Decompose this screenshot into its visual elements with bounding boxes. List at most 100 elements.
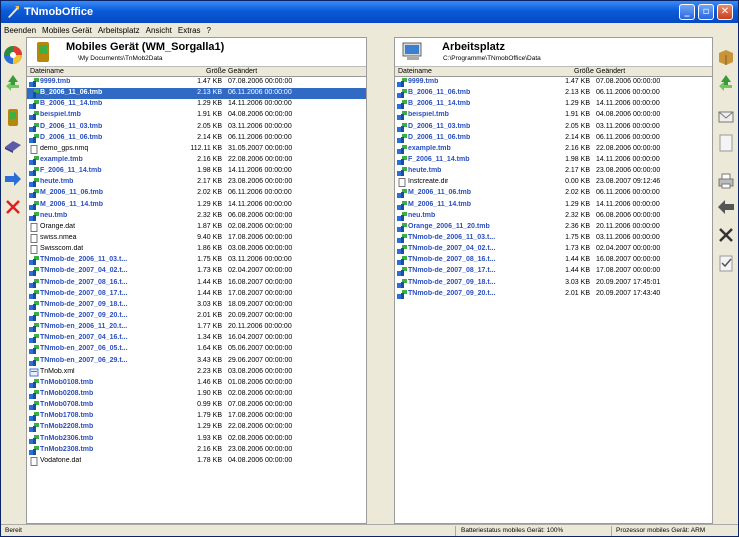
file-row[interactable]: beispiel.tmb 1.91 KB 04.08.2006 00:00:00 <box>395 110 712 121</box>
menu-extras[interactable]: Extras <box>178 26 201 35</box>
recycle-icon[interactable] <box>3 73 23 93</box>
tmb-file-icon <box>397 100 407 110</box>
file-row[interactable]: D_2006_11_03.tmb 2.05 KB 03.11.2006 00:00:… <box>395 122 712 133</box>
file-name: TNmob-en_2007_04_16.t... <box>40 334 128 342</box>
col-size-header[interactable]: Größe <box>574 68 594 75</box>
file-row[interactable]: D_2006_11_06.tmb 2.14 KB 06.11.2006 00:00:… <box>395 133 712 144</box>
delete-x-icon[interactable] <box>716 225 736 245</box>
menu-beenden[interactable]: Beenden <box>4 26 36 35</box>
tmb-file-icon <box>29 189 39 199</box>
menu-mobiles-geraet[interactable]: Mobiles Gerät <box>42 26 92 35</box>
file-date: 03.11.2006 00:00:00 <box>596 122 660 130</box>
col-changed-header[interactable]: Geändert <box>228 68 257 75</box>
file-row[interactable]: B_2006_11_06.tmb 2.13 KB 06.11.2006 00:00:… <box>395 88 712 99</box>
printer-icon[interactable] <box>716 171 736 191</box>
file-row[interactable]: TnMob0108.tmb 1.46 KB 01.08.2006 00:00:00 <box>27 378 366 389</box>
file-row[interactable]: Orange.dat 1.87 KB 02.08.2006 00:00:00 <box>27 222 366 233</box>
file-row[interactable]: TNmob-en_2007_06_29.t... 3.43 KB 29.06.200… <box>27 356 366 367</box>
package-icon[interactable] <box>716 47 736 67</box>
file-size: 2.14 KB <box>565 133 590 141</box>
menu-arbeitsplatz[interactable]: Arbeitsplatz <box>98 26 140 35</box>
menu-help[interactable]: ? <box>207 26 211 35</box>
file-row[interactable]: 9999.tmb 1.47 KB 07.08.2006 00:00:00 <box>395 77 712 88</box>
file-row[interactable]: beispiel.tmb 1.91 KB 04.08.2006 00:00:00 <box>27 110 366 121</box>
file-row[interactable]: TNmob-de_2007_08_16.t... 1.44 KB 16.08.200… <box>27 278 366 289</box>
arrow-right-icon[interactable] <box>3 169 23 189</box>
col-size-header[interactable]: Größe <box>206 68 226 75</box>
file-date: 04.08.2006 00:00:00 <box>228 111 293 119</box>
file-row[interactable]: TnMob1708.tmb 1.79 KB 17.08.2006 00:00:00 <box>27 411 366 422</box>
menu-ansicht[interactable]: Ansicht <box>146 26 172 35</box>
file-row[interactable]: B_2006_11_14.tmb 1.29 KB 14.11.2006 00:00:… <box>27 99 366 110</box>
file-row[interactable]: Instcreate.dir 0.00 KB 23.08.2007 09:12:46 <box>395 177 712 188</box>
file-row[interactable]: TnMob.xml 2.23 KB 03.08.2006 00:00:00 <box>27 367 366 378</box>
file-row[interactable]: TNmob-de_2007_08_16.t... 1.44 KB 16.08.200… <box>395 255 712 266</box>
file-row[interactable]: TNmob-de_2007_09_18.t... 3.03 KB 18.09.200… <box>27 300 366 311</box>
file-row[interactable]: M_2006_11_06.tmb 2.02 KB 06.11.2006 00:00:… <box>395 188 712 199</box>
file-row[interactable]: TNmob-en_2006_11_20.t... 1.77 KB 20.11.200… <box>27 322 366 333</box>
file-name: D_2006_11_03.tmb <box>40 122 103 130</box>
file-row[interactable]: TNmob-de_2007_09_20.t... 2.01 KB 20.09.200… <box>27 311 366 322</box>
file-row[interactable]: neu.tmb 2.32 KB 06.08.2006 00:00:00 <box>27 211 366 222</box>
file-row[interactable]: D_2006_11_03.tmb 2.05 KB 03.11.2006 00:00:… <box>27 122 366 133</box>
file-row[interactable]: heute.tmb 2.17 KB 23.08.2006 00:00:00 <box>27 177 366 188</box>
file-row[interactable]: TNmob-de_2007_08_17.t... 1.44 KB 17.08.200… <box>395 266 712 277</box>
file-row[interactable]: example.tmb 2.16 KB 22.08.2006 00:00:00 <box>395 144 712 155</box>
file-row[interactable]: Vodafone.dat 1.78 KB 04.08.2006 00:00:00 <box>27 456 366 467</box>
file-row[interactable]: TNmob-de_2007_04_02.t... 1.73 KB 02.04.200… <box>27 266 366 277</box>
file-row[interactable]: TnMob0208.tmb 1.90 KB 02.08.2006 00:00:00 <box>27 389 366 400</box>
file-row[interactable]: TNmob-de_2007_09_20.t... 2.01 KB 20.09.200… <box>395 289 712 300</box>
file-date: 04.08.2006 00:00:00 <box>596 111 661 119</box>
document-icon[interactable] <box>716 133 736 153</box>
recycle-icon[interactable] <box>716 73 736 93</box>
delete-x-icon[interactable] <box>3 197 23 217</box>
file-row[interactable]: TNmob-de_2006_11_03.t... 1.75 KB 03.11.200… <box>27 255 366 266</box>
file-row[interactable]: TnMob0708.tmb 0.99 KB 07.08.2006 00:00:00 <box>27 400 366 411</box>
file-row[interactable]: TnMob2208.tmb 1.29 KB 22.08.2006 00:00:00 <box>27 422 366 433</box>
column-header: Dateiname Größe Geändert <box>27 66 366 77</box>
file-row[interactable]: TnMob2308.tmb 2.16 KB 23.08.2006 00:00:00 <box>27 445 366 456</box>
file-row[interactable]: swiss.nmea 9.40 KB 17.08.2006 00:00:00 <box>27 233 366 244</box>
file-row[interactable]: demo_gps.nmq 112.11 KB 31.05.2007 00:00:00 <box>27 144 366 155</box>
file-row[interactable]: M_2006_11_06.tmb 2.02 KB 06.11.2006 00:00:… <box>27 188 366 199</box>
file-row[interactable]: TNmob-de_2007_04_02.t... 1.73 KB 02.04.200… <box>395 244 712 255</box>
file-row[interactable]: B_2006_11_14.tmb 1.29 KB 14.11.2006 00:00:… <box>395 99 712 110</box>
checklist-icon[interactable] <box>716 253 736 273</box>
file-row[interactable]: TNmob-en_2007_04_16.t... 1.34 KB 16.04.200… <box>27 333 366 344</box>
mail-icon[interactable] <box>716 107 736 127</box>
file-row[interactable]: neu.tmb 2.32 KB 06.08.2006 00:00:00 <box>395 211 712 222</box>
file-row[interactable]: heute.tmb 2.17 KB 23.08.2006 00:00:00 <box>395 166 712 177</box>
file-row[interactable]: D_2006_11_06.tmb 2.14 KB 06.11.2006 00:00:… <box>27 133 366 144</box>
file-row[interactable]: 9999.tmb 1.47 KB 07.08.2006 00:00:00 <box>27 77 366 88</box>
file-row[interactable]: F_2006_11_14.tmb 1.98 KB 14.11.2006 00:00:… <box>27 166 366 177</box>
file-row[interactable]: Swisscom.dat 1.86 KB 03.08.2006 00:00:00 <box>27 244 366 255</box>
col-name-header[interactable]: Dateiname <box>398 68 432 75</box>
title-bar[interactable]: TNmobOffice _ ▫ ✕ <box>1 1 738 23</box>
file-row[interactable]: TNmob-de_2006_11_03.t... 1.75 KB 03.11.200… <box>395 233 712 244</box>
device-cable-icon[interactable] <box>3 135 23 155</box>
file-row[interactable]: M_2006_11_14.tmb 1.29 KB 14.11.2006 00:00:… <box>27 200 366 211</box>
status-bar: Bereit Batteriestatus mobiles Gerät: 100… <box>1 524 738 536</box>
file-date: 07.08.2006 00:00:00 <box>228 401 293 409</box>
file-row[interactable]: TNmob-de_2007_08_17.t... 1.44 KB 17.08.200… <box>27 289 366 300</box>
file-row[interactable]: TNmob-de_2007_09_18.t... 3.03 KB 20.09.200… <box>395 278 712 289</box>
mobile-device-icon[interactable] <box>3 107 23 127</box>
file-row[interactable]: F_2006_11_14.tmb 1.98 KB 14.11.2006 00:00:… <box>395 155 712 166</box>
file-row[interactable]: B_2006_11_06.tmb 2.13 KB 06.11.2006 00:00:… <box>27 88 366 100</box>
col-name-header[interactable]: Dateiname <box>30 68 64 75</box>
document-file-icon <box>30 234 38 243</box>
arrow-left-icon[interactable] <box>716 197 736 217</box>
file-row[interactable]: TNmob-en_2007_06_05.t... 1.64 KB 05.06.200… <box>27 344 366 355</box>
file-row[interactable]: Orange_2006_11_20.tmb 2.36 KB 20.11.2006 0… <box>395 222 712 233</box>
col-changed-header[interactable]: Geändert <box>596 68 625 75</box>
file-row[interactable]: M_2006_11_14.tmb 1.29 KB 14.11.2006 00:00:… <box>395 200 712 211</box>
mobile-panel-path: \My Documents\TnMob2Data <box>78 55 163 62</box>
minimize-button[interactable]: _ <box>679 4 695 20</box>
file-size: 2.13 KB <box>197 89 222 97</box>
close-button[interactable]: ✕ <box>717 4 733 20</box>
sync-disc-icon[interactable] <box>3 45 23 65</box>
file-size: 1.46 KB <box>197 378 222 386</box>
file-row[interactable]: TnMob2306.tmb 1.93 KB 02.08.2006 00:00:00 <box>27 434 366 445</box>
file-row[interactable]: example.tmb 2.16 KB 22.08.2006 00:00:00 <box>27 155 366 166</box>
maximize-button[interactable]: ▫ <box>698 4 714 20</box>
